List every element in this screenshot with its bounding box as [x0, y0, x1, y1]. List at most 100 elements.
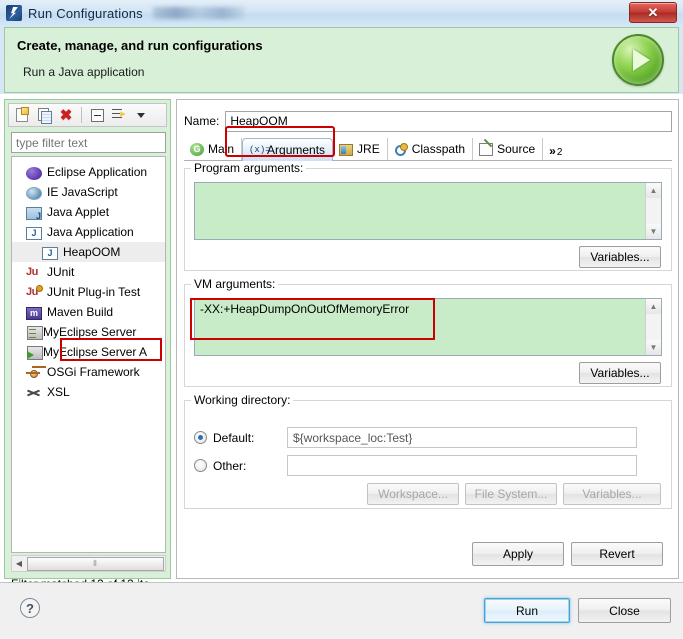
banner-title: Create, manage, and run configurations [17, 38, 263, 53]
window-titlebar: Run Configurations ✕ [0, 0, 683, 26]
vm-arguments-textarea[interactable]: -XX:+HeapDumpOnOutOfMemoryError ▲ ▼ [194, 298, 662, 356]
tab-source[interactable]: Source [473, 138, 544, 160]
tab-arguments[interactable]: (x)= Arguments [242, 138, 334, 161]
tab-label: Main [208, 142, 235, 156]
file-system-button[interactable]: File System... [465, 483, 557, 505]
program-arguments-label: Program arguments: [191, 161, 307, 175]
tab-label: JRE [357, 142, 380, 156]
tree-item-myeclipse-server-a[interactable]: MyEclipse Server A [12, 342, 165, 362]
working-directory-other-input[interactable] [287, 455, 637, 476]
program-arguments-scrollbar[interactable]: ▲ ▼ [645, 183, 661, 239]
eclipse-sphere-icon [26, 166, 42, 180]
working-directory-variables-button[interactable]: Variables... [563, 483, 661, 505]
filter-configurations-button[interactable] [109, 106, 129, 125]
tab-classpath[interactable]: Classpath [388, 138, 474, 160]
tree-item-osgi-framework[interactable]: OSGi Framework [12, 362, 165, 382]
junit-plugin-icon: Ju [26, 284, 43, 300]
tree-item-junit[interactable]: Ju JUnit [12, 262, 165, 282]
maven-icon: m [26, 306, 42, 320]
close-button[interactable]: Close [578, 598, 671, 623]
tab-label: Arguments [267, 143, 326, 157]
tab-jre[interactable]: JRE [333, 138, 388, 160]
run-button[interactable]: Run [484, 598, 570, 623]
tree-item-heapoom[interactable]: J HeapOOM [12, 242, 165, 262]
program-arguments-variables-button[interactable]: Variables... [579, 246, 661, 268]
chevron-right-double-icon: » [549, 144, 556, 158]
scroll-up-icon[interactable]: ▲ [646, 183, 661, 198]
tree-item-junit-plug-in-test[interactable]: Ju JUnit Plug-in Test [12, 282, 165, 302]
close-icon[interactable]: ✕ [629, 2, 677, 23]
tree-item-label: Java Applet [47, 205, 110, 219]
tab-label: Source [497, 142, 536, 156]
help-icon[interactable]: ? [20, 598, 40, 618]
toolbar-menu-button[interactable] [131, 106, 151, 125]
tab-overflow-button[interactable]: » 2 [543, 144, 568, 160]
server-icon [27, 325, 43, 340]
scroll-down-icon[interactable]: ▼ [646, 340, 661, 355]
tree-item-label: OSGi Framework [47, 365, 140, 379]
main-tab-icon: G [190, 143, 204, 156]
duplicate-configuration-button[interactable] [34, 106, 54, 125]
working-directory-label: Working directory: [191, 393, 294, 407]
apply-button[interactable]: Apply [472, 542, 564, 566]
dialog-banner: Create, manage, and run configurations R… [4, 27, 679, 93]
xsl-icon [26, 386, 42, 400]
tab-label: Classpath [411, 142, 466, 156]
banner-subtitle: Run a Java application [23, 65, 145, 79]
configuration-tabs: G Main (x)= Arguments JRE Classpath Source » 2 [184, 138, 672, 161]
filter-icon [111, 108, 127, 122]
arguments-tab-icon: (x)= [249, 145, 271, 155]
working-directory-other-row[interactable]: Other: [194, 455, 664, 476]
java-applet-icon [26, 206, 42, 221]
working-directory-default-row[interactable]: Default: [194, 427, 664, 448]
collapse-all-button[interactable] [87, 106, 107, 125]
java-application-icon: J [42, 246, 58, 260]
vm-arguments-variables-button[interactable]: Variables... [579, 362, 661, 384]
server-run-icon [27, 345, 43, 360]
name-label: Name: [184, 114, 220, 128]
collapse-all-icon [90, 108, 104, 122]
other-radio[interactable] [194, 459, 207, 472]
configurations-tree[interactable]: Eclipse Application IE JavaScript Java App… [11, 156, 166, 553]
default-radio-label: Default: [213, 430, 255, 445]
tree-item-label: IE JavaScript [47, 185, 118, 199]
tree-item-java-applet[interactable]: Java Applet [12, 202, 165, 222]
tree-item-maven-build[interactable]: m Maven Build [12, 302, 165, 322]
delete-configuration-button[interactable]: ✖ [56, 106, 76, 125]
configurations-tree-panel: ✖ Eclipse Application IE JavaScript Java A… [4, 99, 171, 591]
scroll-up-icon[interactable]: ▲ [646, 299, 661, 314]
classpath-tab-icon [394, 142, 408, 156]
delete-x-icon: ✖ [59, 106, 73, 124]
tree-horizontal-scrollbar[interactable]: ◀ ⦀ [11, 555, 166, 572]
tree-item-myeclipse-server[interactable]: MyEclipse Server [12, 322, 165, 342]
window-title: Run Configurations [28, 5, 143, 21]
configuration-name-input[interactable] [225, 110, 672, 132]
tree-item-label: MyEclipse Server [43, 325, 137, 339]
new-configuration-button[interactable] [12, 106, 32, 125]
revert-button[interactable]: Revert [571, 542, 663, 566]
toolbar-separator [81, 107, 82, 123]
default-radio[interactable] [194, 431, 207, 444]
program-arguments-value[interactable] [195, 183, 645, 239]
tab-main[interactable]: G Main [184, 138, 243, 160]
scrollbar-thumb[interactable]: ⦀ [27, 556, 164, 571]
vm-arguments-scrollbar[interactable]: ▲ ▼ [645, 299, 661, 355]
scroll-left-icon[interactable]: ◀ [12, 556, 26, 571]
tree-item-xsl[interactable]: XSL [12, 382, 165, 402]
blurred-title-suffix [152, 7, 245, 19]
working-directory-default-input[interactable] [287, 427, 637, 448]
filter-input[interactable] [11, 132, 166, 153]
workspace-button[interactable]: Workspace... [367, 483, 459, 505]
scroll-down-icon[interactable]: ▼ [646, 224, 661, 239]
tree-item-eclipse-application[interactable]: Eclipse Application [12, 162, 165, 182]
vm-arguments-value[interactable]: -XX:+HeapDumpOnOutOfMemoryError [195, 299, 645, 355]
tree-item-label: XSL [47, 385, 70, 399]
chevron-down-icon [137, 112, 145, 118]
tree-item-ie-javascript[interactable]: IE JavaScript [12, 182, 165, 202]
tree-item-label: Java Application [47, 225, 134, 239]
java-application-icon: J [26, 226, 42, 240]
program-arguments-textarea[interactable]: ▲ ▼ [194, 182, 662, 240]
tree-item-label: Maven Build [47, 305, 114, 319]
tree-item-label: HeapOOM [63, 245, 121, 259]
tree-item-java-application[interactable]: J Java Application [12, 222, 165, 242]
